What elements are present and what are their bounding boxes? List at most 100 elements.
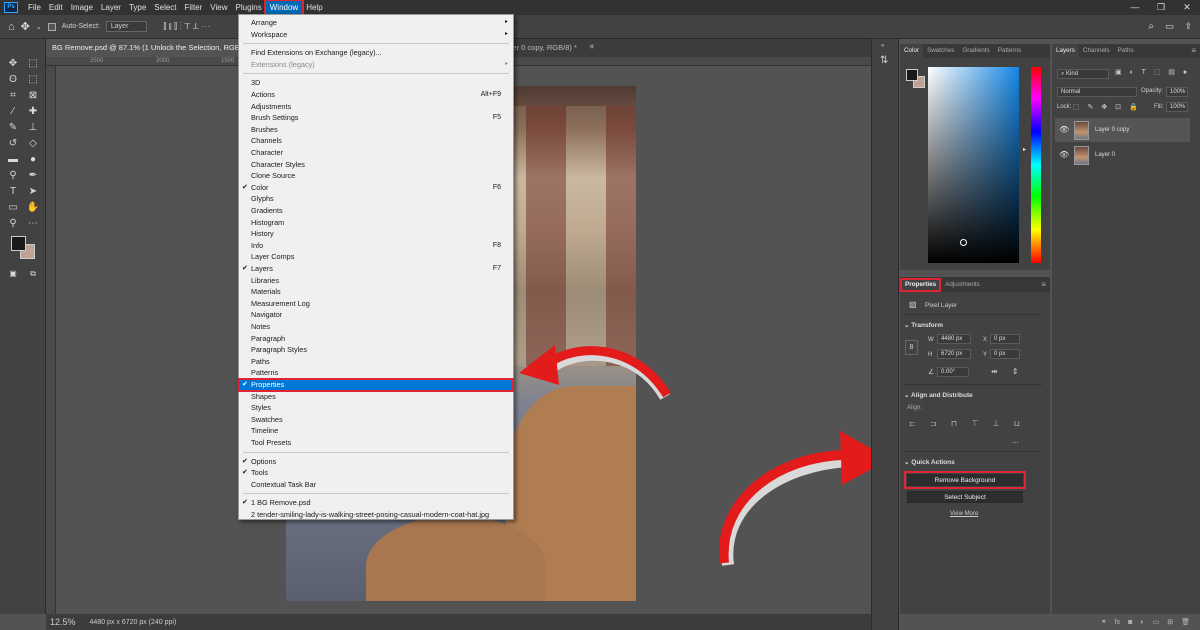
window-menu-item-navigator[interactable]: Navigator [239, 309, 513, 321]
menu-file[interactable]: File [24, 1, 45, 14]
color-picker-handle[interactable] [960, 239, 967, 246]
select-subject-button[interactable]: Select Subject [907, 491, 1023, 503]
eyedropper-icon[interactable]: ⁄ [6, 105, 20, 119]
opacity-input[interactable]: 100% [1166, 87, 1188, 97]
menu-select[interactable]: Select [150, 1, 180, 14]
window-menu-item-styles[interactable]: Styles [239, 402, 513, 414]
visibility-eye-icon[interactable]: 👁 [1059, 143, 1069, 167]
window-menu-item-adjustments[interactable]: Adjustments [239, 101, 513, 113]
angle-input[interactable]: 0.00° [937, 367, 969, 377]
brush-tool-icon[interactable]: ✎ [6, 121, 20, 135]
panel-menu-icon[interactable]: ≡ [1037, 278, 1050, 292]
color-spectrum-field[interactable] [928, 67, 1019, 263]
autoselect-dropdown[interactable]: Layer [105, 21, 148, 32]
window-menu-item-properties[interactable]: ✔ Properties [238, 378, 514, 392]
menu-layer[interactable]: Layer [97, 1, 125, 14]
dodge-tool-icon[interactable]: ⚲ [6, 169, 20, 183]
foreground-color-swatch[interactable] [11, 236, 26, 251]
align-buttons[interactable]: ⊏ ⊐ ⊓ ⊤ ⊥ ⊔ [909, 419, 1026, 428]
window-menu-item-gradients[interactable]: Gradients [239, 205, 513, 217]
collapse-icon[interactable]: « [881, 43, 884, 49]
shape-tool-icon[interactable]: ▭ [6, 201, 20, 215]
eraser-icon[interactable]: ◇ [26, 137, 40, 151]
menu-help[interactable]: Help [302, 1, 326, 14]
window-menu-item-shapes[interactable]: Shapes [239, 391, 513, 403]
window-menu-item-info[interactable]: Info F8 [239, 240, 513, 252]
close-icon[interactable]: ✕ [1174, 0, 1200, 15]
tab-swatches[interactable]: Swatches [923, 44, 958, 58]
align-icons[interactable]: ⫿ ⫾ ⫿ ⋮ ⊤ ⊥ ⋯ [163, 21, 210, 32]
window-menu-item-character-styles[interactable]: Character Styles [239, 159, 513, 171]
window-menu-item-workspace[interactable]: Workspace ▸ [239, 29, 513, 41]
window-menu-item-actions[interactable]: Actions Alt+F9 [239, 89, 513, 101]
quick-mask-icon[interactable]: ▣ [6, 267, 20, 281]
lock-icons[interactable]: ⬚ ✎ ✥ ⊡ 🔒 [1073, 103, 1141, 111]
window-menu-item-arrange[interactable]: Arrange ▸ [239, 17, 513, 29]
window-menu-item-histogram[interactable]: Histogram [239, 217, 513, 229]
window-menu-item-character[interactable]: Character [239, 147, 513, 159]
menu-window[interactable]: Window [263, 0, 305, 16]
window-menu-item-channels[interactable]: Channels [239, 135, 513, 147]
window-menu-item-notes[interactable]: Notes [239, 321, 513, 333]
window-menu-item-history[interactable]: History [239, 228, 513, 240]
spectrum-slider-icon[interactable]: ▸ [1023, 146, 1026, 153]
window-menu-item-find-extensions-on-exchange-legacy[interactable]: Find Extensions on Exchange (legacy)... [239, 47, 513, 59]
stamp-tool-icon[interactable]: ⊥ [26, 121, 40, 135]
fill-input[interactable]: 100% [1166, 102, 1188, 112]
window-menu-item-glyphs[interactable]: Glyphs [239, 193, 513, 205]
window-menu-item-swatches[interactable]: Swatches [239, 414, 513, 426]
visibility-eye-icon[interactable]: 👁 [1059, 118, 1069, 142]
layer-kind-filter[interactable]: ⌕ Kind [1057, 69, 1109, 79]
window-menu-item-contextual-task-bar[interactable]: Contextual Task Bar [239, 479, 513, 491]
view-more-link[interactable]: View More [950, 511, 978, 517]
type-tool-icon[interactable]: T [6, 185, 20, 199]
window-menu-item-brushes[interactable]: Brushes [239, 124, 513, 136]
screen-mode-icon[interactable]: ⧉ [26, 267, 40, 281]
blur-tool-icon[interactable]: ● [26, 153, 40, 167]
window-menu-item-brush-settings[interactable]: Brush Settings F5 [239, 112, 513, 124]
minimize-icon[interactable]: — [1122, 0, 1148, 15]
width-input[interactable]: 4480 px [937, 334, 971, 344]
tab-adjustments[interactable]: Adjustments [941, 278, 984, 292]
mask-icon[interactable]: ◙ [1128, 619, 1132, 626]
pen-tool-icon[interactable]: ✒ [26, 169, 40, 183]
menu-filter[interactable]: Filter [181, 1, 207, 14]
trash-icon[interactable]: 🗑 [1181, 618, 1190, 626]
home-icon[interactable]: ⌂ [8, 21, 15, 33]
blend-mode-select[interactable]: Normal [1057, 87, 1137, 97]
menu-image[interactable]: Image [67, 1, 97, 14]
window-menu-item-libraries[interactable]: Libraries [239, 275, 513, 287]
object-select-icon[interactable]: ⬚ [26, 73, 40, 87]
x-input[interactable]: 0 px [990, 334, 1020, 344]
group-icon[interactable]: ▭ [1153, 618, 1160, 626]
window-menu-item-3d[interactable]: 3D [239, 77, 513, 89]
move-tool-icon[interactable]: ✥ [21, 20, 30, 33]
window-menu-item-layer-comps[interactable]: Layer Comps [239, 251, 513, 263]
window-menu-item-color[interactable]: ✔ Color F6 [239, 182, 513, 194]
tool-presets-icon[interactable]: ⇅ [880, 55, 888, 66]
window-menu-item-options[interactable]: ✔ Options [239, 456, 513, 468]
window-menu-item-patterns[interactable]: Patterns [239, 367, 513, 379]
more-options[interactable]: ... [1012, 436, 1019, 445]
panel-menu-icon[interactable]: ≡ [1187, 44, 1200, 58]
menu-edit[interactable]: Edit [45, 1, 67, 14]
tab-color[interactable]: Color [900, 44, 924, 58]
move-tool-icon[interactable]: ✥ [6, 57, 20, 71]
hand-tool-icon[interactable]: ✋ [26, 201, 40, 215]
chevron-down-icon[interactable]: ⌄ [904, 392, 911, 399]
path-select-icon[interactable]: ➤ [26, 185, 40, 199]
window-menu-item-2-tender-smiling-lady-is-walking-street-[interactable]: 2 tender-smiling-lady-is-walking-street-… [239, 509, 513, 521]
tab-properties[interactable]: Properties [900, 277, 942, 292]
window-menu-item-paragraph[interactable]: Paragraph [239, 333, 513, 345]
tab-close-icon[interactable]: ✕ [583, 39, 601, 57]
hue-slider[interactable] [1031, 67, 1041, 263]
layer-row[interactable]: 👁 Layer 0 copy [1055, 118, 1190, 142]
window-menu-item-layers[interactable]: ✔ Layers F7 [239, 263, 513, 275]
adjustment-layer-icon[interactable]: ◐ [1140, 619, 1144, 626]
gradient-tool-icon[interactable]: ▬ [6, 153, 20, 167]
frame-tool-icon[interactable]: ⊠ [26, 89, 40, 103]
new-layer-icon[interactable]: ⊞ [1167, 618, 1173, 626]
healing-brush-icon[interactable]: ✚ [26, 105, 40, 119]
autoselect-checkbox[interactable] [47, 22, 56, 31]
zoom-tool-icon[interactable]: ⚲ [6, 217, 20, 231]
